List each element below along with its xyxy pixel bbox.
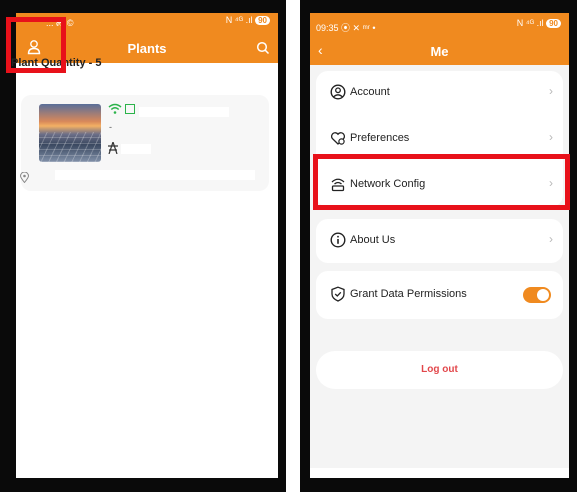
menu-item-grant-data-permissions: Grant Data Permissions xyxy=(316,273,563,317)
power-tower-icon xyxy=(108,142,118,154)
plant-card[interactable]: - xyxy=(21,95,269,191)
account-icon xyxy=(330,84,346,100)
plant-name-blurred xyxy=(139,107,229,117)
battery-badge: 90 xyxy=(546,19,561,28)
battery-badge: 90 xyxy=(255,16,270,25)
preferences-icon xyxy=(330,132,346,145)
menu-item-label: About Us xyxy=(350,234,396,246)
me-header: 09:35 ⦿ ✕ ᵐʳ • N ⁴ᴳ .ıl 90 ‹ Me xyxy=(310,13,569,65)
chevron-right-icon: › xyxy=(549,232,553,246)
me-screen: 09:35 ⦿ ✕ ᵐʳ • N ⁴ᴳ .ıl 90 ‹ Me Account … xyxy=(310,13,569,478)
logout-button[interactable]: Log out xyxy=(316,351,563,389)
status-right-icons: N ⁴ᴳ .ıl 90 xyxy=(517,18,561,28)
status-time: 09:35 xyxy=(316,23,339,33)
location-icon xyxy=(20,172,29,183)
power-value-blurred xyxy=(121,144,151,154)
search-icon[interactable] xyxy=(256,41,270,55)
plant-address-blurred xyxy=(55,170,255,180)
status-right-icons: N ⁴ᴳ .ıl 90 xyxy=(226,15,270,25)
info-icon xyxy=(330,232,346,248)
menu-item-about-us[interactable]: About Us › xyxy=(316,219,563,263)
status-bar: 09:35 ⦿ ✕ ᵐʳ • N ⁴ᴳ .ıl 90 xyxy=(310,13,569,33)
menu-item-label: Account xyxy=(350,86,390,98)
grant-permissions-toggle[interactable] xyxy=(523,287,551,303)
bottom-bar xyxy=(34,475,278,478)
shield-check-icon xyxy=(331,286,345,302)
status-left-icons: 09:35 ⦿ ✕ ᵐʳ • xyxy=(316,21,376,34)
chevron-right-icon: › xyxy=(549,130,553,144)
wifi-icon xyxy=(108,103,122,114)
right-phone-frame: 09:35 ⦿ ✕ ᵐʳ • N ⁴ᴳ .ıl 90 ‹ Me Account … xyxy=(300,0,577,492)
notification-icons: ⦿ ✕ ᵐʳ • xyxy=(341,23,376,33)
plants-screen: ... ๓ʳ © N ⁴ᴳ .ıl 90 Plants xyxy=(16,13,278,478)
menu-item-label: Grant Data Permissions xyxy=(350,288,467,300)
network-indicator: N ⁴ᴳ .ıl xyxy=(516,18,544,28)
toggle-knob xyxy=(537,289,549,301)
about-card: About Us › xyxy=(316,219,563,263)
permissions-card: Grant Data Permissions xyxy=(316,271,563,319)
device-status-icon xyxy=(125,104,135,114)
solar-panel-image xyxy=(39,132,101,162)
network-indicator: N ⁴ᴳ .ıl xyxy=(225,15,253,25)
highlight-box-network-config xyxy=(313,154,570,210)
left-phone-frame: ... ๓ʳ © N ⁴ᴳ .ıl 90 Plants Plant Quanti… xyxy=(0,0,286,492)
menu-item-label: Preferences xyxy=(350,132,410,144)
menu-item-account[interactable]: Account › xyxy=(316,71,563,115)
plant-value: - xyxy=(109,122,112,132)
bottom-bar xyxy=(310,468,569,478)
chevron-right-icon: › xyxy=(549,84,553,98)
page-title: Me xyxy=(430,44,449,59)
highlight-box-user-icon xyxy=(6,17,66,73)
plant-thumbnail xyxy=(39,104,101,162)
